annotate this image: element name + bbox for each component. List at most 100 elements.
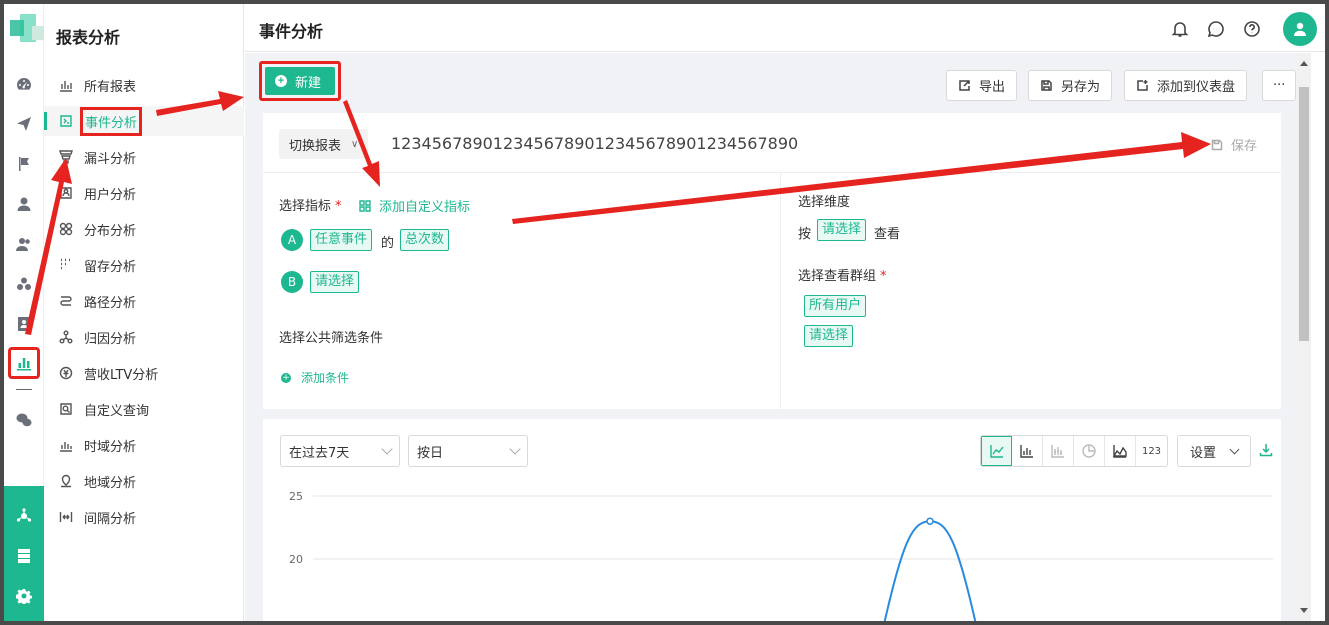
data-point[interactable] (926, 517, 934, 525)
menu-item-time-domain[interactable]: 时域分析 (44, 430, 244, 460)
report-menu: 报表分析 所有报表 事件分析 漏斗分析 用户分析 分布分析 留存分析 路径分析 (44, 4, 244, 621)
icon-rail (4, 4, 50, 621)
user-icon (58, 185, 74, 201)
export-button[interactable]: 导出 (946, 70, 1018, 101)
menu-item-user[interactable]: 用户分析 (44, 178, 244, 208)
menu-title: 报表分析 (56, 28, 121, 47)
menu-item-label: 事件分析 (80, 106, 143, 136)
metric-section: 选择指标 * 添加自定义指标 A 任意事件 的 总次数 B 请选择 选择公共筛选条… (263, 173, 781, 409)
grid-icon (359, 199, 371, 212)
save-as-button[interactable]: 另存为 (1028, 70, 1113, 101)
query-panel: 切换报表 ∨ 123456789012345678901234567890123… (263, 113, 1281, 409)
menu-item-distribution[interactable]: 分布分析 (44, 214, 244, 244)
menu-item-funnel[interactable]: 漏斗分析 (44, 142, 244, 172)
date-range-value: 在过去7天 (289, 445, 350, 461)
attribution-icon (58, 329, 74, 345)
menu-item-interval[interactable]: 间隔分析 (44, 502, 244, 532)
menu-item-label: 时域分析 (84, 439, 137, 455)
save-label: 保存 (1230, 139, 1257, 154)
menu-item-revenue-ltv[interactable]: 营收LTV分析 (44, 358, 244, 388)
app-window: 报表分析 所有报表 事件分析 漏斗分析 用户分析 分布分析 留存分析 路径分析 (0, 0, 1329, 625)
menu-item-all-reports[interactable]: 所有报表 (44, 70, 244, 100)
dimension-by-text: 按 (798, 227, 812, 242)
dimension-select[interactable]: 请选择 (817, 219, 867, 241)
add-custom-metric-label: 添加自定义指标 (379, 200, 471, 215)
menu-item-label: 分布分析 (84, 223, 137, 239)
line-chart-icon[interactable] (981, 436, 1012, 466)
dashboard-icon[interactable] (14, 74, 34, 94)
gear-icon[interactable] (14, 586, 34, 606)
bell-icon[interactable] (1171, 20, 1189, 38)
area-chart-icon[interactable] (1105, 436, 1136, 466)
data-manage-icon[interactable] (14, 546, 34, 566)
export-label: 导出 (979, 80, 1006, 95)
menu-item-label: 地域分析 (84, 475, 137, 491)
number-icon[interactable]: 123 (1136, 436, 1167, 466)
report-analysis-icon[interactable] (8, 347, 40, 379)
plus-icon: + (281, 372, 291, 383)
download-icon[interactable] (1259, 443, 1275, 459)
add-to-dashboard-button[interactable]: 添加到仪表盘 (1124, 70, 1248, 101)
segments-icon[interactable] (14, 274, 34, 294)
add-custom-metric-link[interactable]: 添加自定义指标 (359, 196, 470, 215)
menu-item-label: 间隔分析 (84, 511, 137, 527)
metric-label: 选择指标 * (279, 199, 342, 214)
menu-item-retention[interactable]: 留存分析 (44, 250, 244, 280)
analytics-hub-icon[interactable] (14, 506, 34, 526)
metric-event-select-b[interactable]: 请选择 (310, 271, 360, 293)
query-icon (58, 401, 74, 417)
menu-item-label: 留存分析 (84, 259, 137, 275)
menu-item-label: 路径分析 (84, 295, 137, 311)
new-button[interactable]: + 新建 (265, 67, 336, 95)
save-as-label: 另存为 (1061, 80, 1101, 95)
menu-item-event-analysis[interactable]: 事件分析 (44, 106, 244, 136)
settings-button[interactable]: 设置 (1177, 435, 1251, 467)
more-button[interactable]: ··· (1262, 70, 1297, 101)
scroll-down-icon[interactable] (1300, 608, 1308, 613)
metric-event-select[interactable]: 任意事件 (310, 229, 373, 251)
users-icon[interactable] (14, 234, 34, 254)
group-select[interactable]: 请选择 (804, 325, 854, 347)
menu-item-path[interactable]: 路径分析 (44, 286, 244, 316)
help-icon[interactable] (1243, 20, 1261, 38)
menu-item-label: 漏斗分析 (84, 151, 137, 167)
group-tag-all-users[interactable]: 所有用户 (804, 295, 867, 317)
switch-report-button[interactable]: 切换报表 ∨ (279, 129, 369, 159)
menu-item-attribution[interactable]: 归因分析 (44, 322, 244, 352)
menu-item-label: 自定义查询 (84, 403, 150, 419)
scroll-thumb[interactable] (1299, 87, 1309, 341)
person-icon (1294, 22, 1306, 36)
metric-badge-b: B (281, 271, 303, 293)
contact-card-icon[interactable] (14, 314, 34, 334)
menu-item-region[interactable]: 地域分析 (44, 466, 244, 496)
floppy-icon (1211, 139, 1223, 150)
menu-item-label: 用户分析 (84, 187, 137, 203)
metric-measure-select[interactable]: 总次数 (400, 229, 450, 251)
report-name[interactable]: 1234567890123456789012345678901234567890 (391, 134, 798, 153)
pie-chart-icon[interactable] (1074, 436, 1105, 466)
user-icon[interactable] (14, 194, 34, 214)
scroll-up-icon[interactable] (1300, 61, 1308, 66)
settings-label: 设置 (1190, 445, 1217, 461)
distribution-icon (58, 221, 74, 237)
wechat-icon[interactable] (14, 410, 34, 430)
save-button[interactable]: 保存 (1211, 135, 1257, 154)
funnel-icon (58, 149, 74, 165)
send-icon[interactable] (14, 114, 34, 134)
chat-icon[interactable] (1207, 20, 1225, 38)
stacked-bar-icon[interactable] (1043, 436, 1074, 466)
plus-icon: + (275, 75, 287, 87)
rail-divider (16, 389, 32, 390)
add-condition-link[interactable]: + 添加条件 (281, 369, 349, 386)
date-range-select[interactable]: 在过去7天 (280, 435, 400, 467)
menu-item-custom-query[interactable]: 自定义查询 (44, 394, 244, 424)
scrollbar[interactable] (1297, 53, 1311, 621)
menu-item-label: 所有报表 (84, 79, 137, 95)
menu-item-label: 归因分析 (84, 331, 137, 347)
page-title: 事件分析 (259, 22, 324, 41)
add-condition-label: 添加条件 (301, 371, 350, 385)
flag-icon[interactable] (14, 154, 34, 174)
bar-chart-icon[interactable] (1012, 436, 1043, 466)
avatar[interactable] (1283, 12, 1317, 46)
granularity-select[interactable]: 按日 (408, 435, 528, 467)
